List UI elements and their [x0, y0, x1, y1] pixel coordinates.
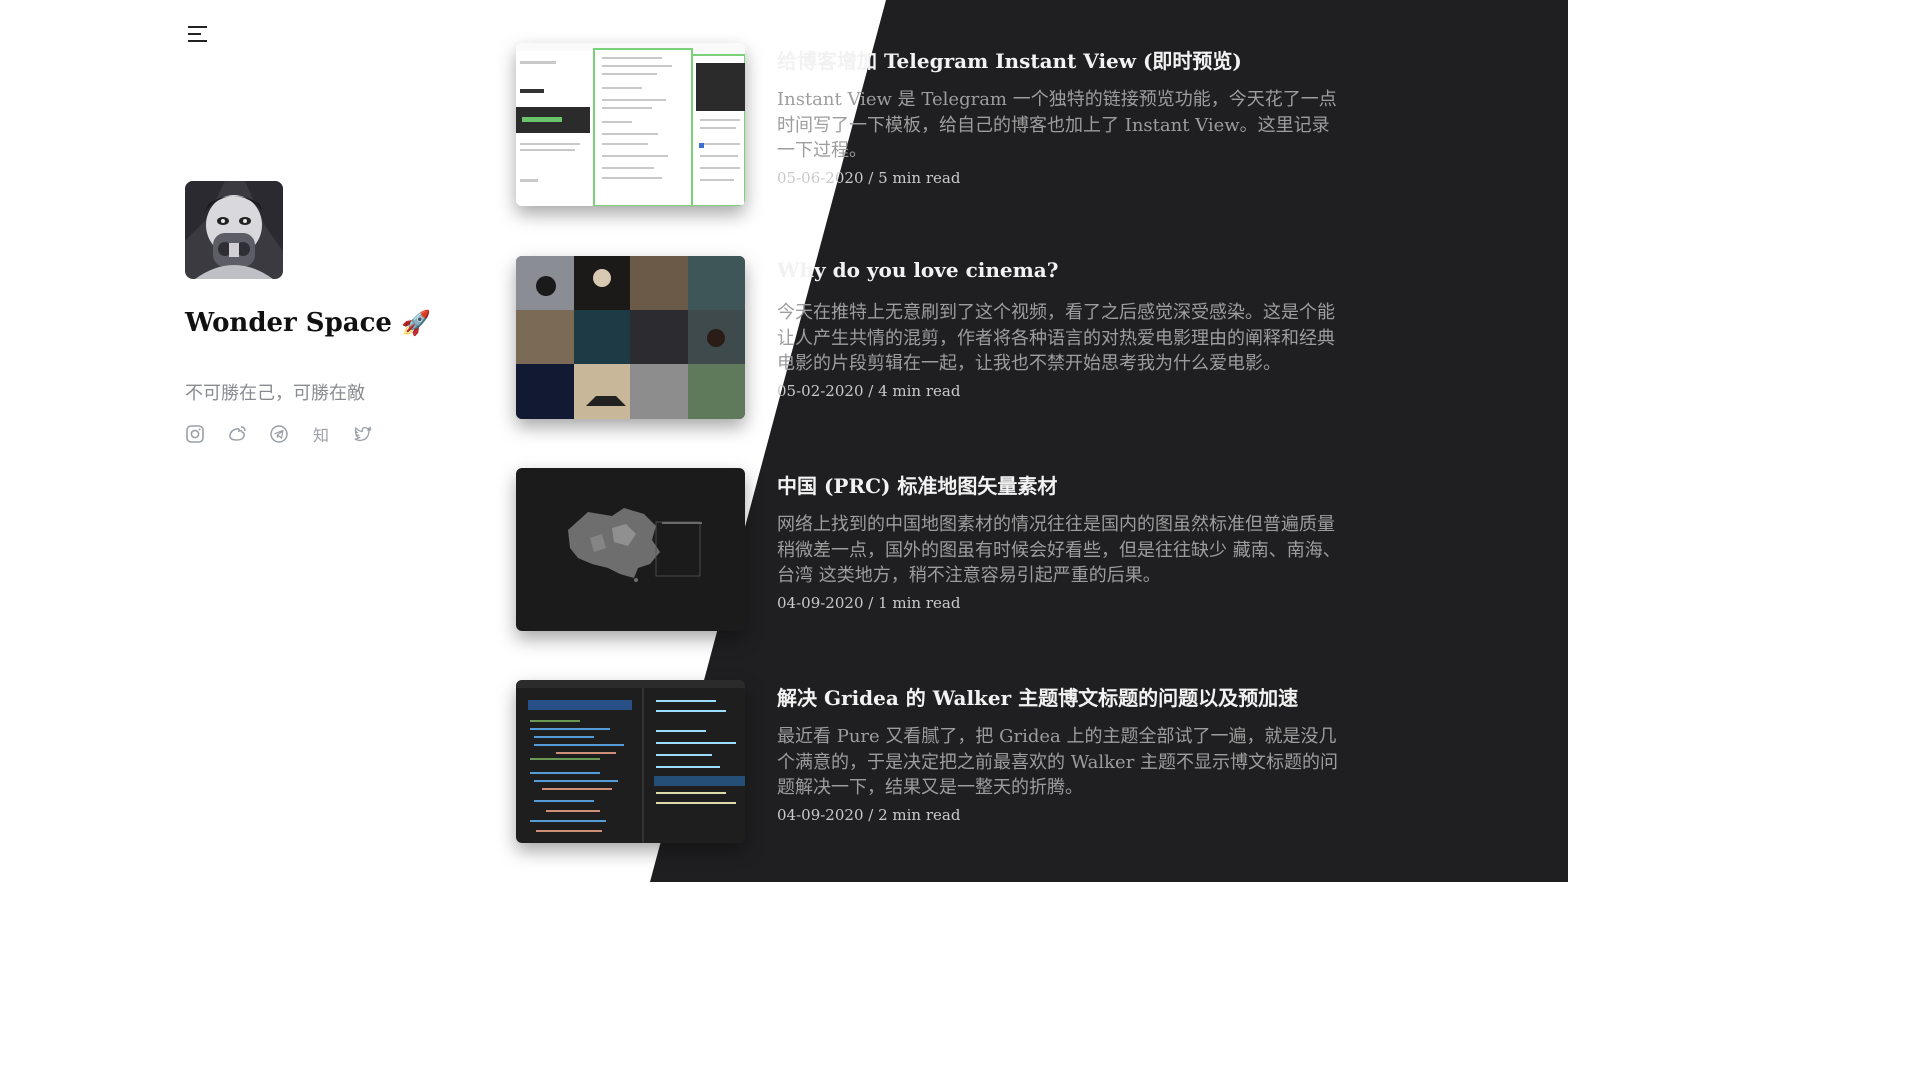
- post-title[interactable]: 给博客增加 Telegram Instant View (即时预览): [777, 45, 1242, 74]
- zhihu-glyph: 知: [312, 426, 329, 445]
- twitter-icon[interactable]: [353, 424, 373, 444]
- site-title[interactable]: Wonder Space 🚀: [185, 308, 431, 338]
- post-card: 中国 (PRC) 标准地图矢量素材 网络上找到的中国地图素材的情况往往是国内的图…: [516, 468, 1346, 632]
- post-meta: 04-09-2020 / 1 min read: [777, 594, 961, 612]
- weibo-icon[interactable]: [227, 424, 247, 444]
- post-thumbnail[interactable]: [516, 468, 745, 631]
- telegram-icon[interactable]: [269, 424, 289, 444]
- post-card: 给博客增加 Telegram Instant View (即时预览) Insta…: [516, 43, 1346, 207]
- rocket-emoji: 🚀: [401, 309, 431, 337]
- post-thumbnail[interactable]: [516, 680, 745, 843]
- post-thumbnail[interactable]: [516, 43, 745, 206]
- site-title-text: Wonder Space: [185, 308, 392, 338]
- post-excerpt: 今天在推特上无意刷到了这个视频，看了之后感觉深受感染。这是个能让人产生共情的混剪…: [777, 302, 1335, 374]
- post-thumbnail[interactable]: [516, 256, 745, 419]
- post-excerpt: 最近看 Pure 又看腻了，把 Gridea 上的主题全部试了一遍，就是没几个满…: [777, 726, 1339, 798]
- avatar[interactable]: [185, 181, 283, 279]
- zhihu-icon[interactable]: 知: [311, 424, 331, 445]
- post-title[interactable]: 解决 Gridea 的 Walker 主题博文标题的问题以及预加速: [777, 682, 1298, 711]
- post-title[interactable]: 中国 (PRC) 标准地图矢量素材: [777, 470, 1057, 499]
- post-card: 解决 Gridea 的 Walker 主题博文标题的问题以及预加速 最近看 Pu…: [516, 680, 1346, 844]
- post-meta: 05-02-2020 / 4 min read: [777, 382, 961, 400]
- page: Wonder Space 🚀 不可勝在己，可勝在敵 知 给博客增加 Telegr…: [0, 0, 1568, 882]
- site-subtitle: 不可勝在己，可勝在敵: [185, 383, 365, 404]
- post-meta: 04-09-2020 / 2 min read: [777, 806, 961, 824]
- instagram-icon[interactable]: [185, 424, 205, 444]
- post-excerpt: 网络上找到的中国地图素材的情况往往是国内的图虽然标准但普遍质量稍微差一点，国外的…: [777, 514, 1341, 586]
- social-links: 知: [185, 424, 373, 445]
- post-title[interactable]: Why do you love cinema?: [777, 258, 1058, 282]
- post-meta: 05-06-2020 / 5 min read: [777, 169, 961, 187]
- post-card: Why do you love cinema? 今天在推特上无意刷到了这个视频，…: [516, 256, 1346, 420]
- post-excerpt: Instant View 是 Telegram 一个独特的链接预览功能，今天花了…: [777, 89, 1337, 161]
- hamburger-menu-icon[interactable]: [186, 22, 210, 46]
